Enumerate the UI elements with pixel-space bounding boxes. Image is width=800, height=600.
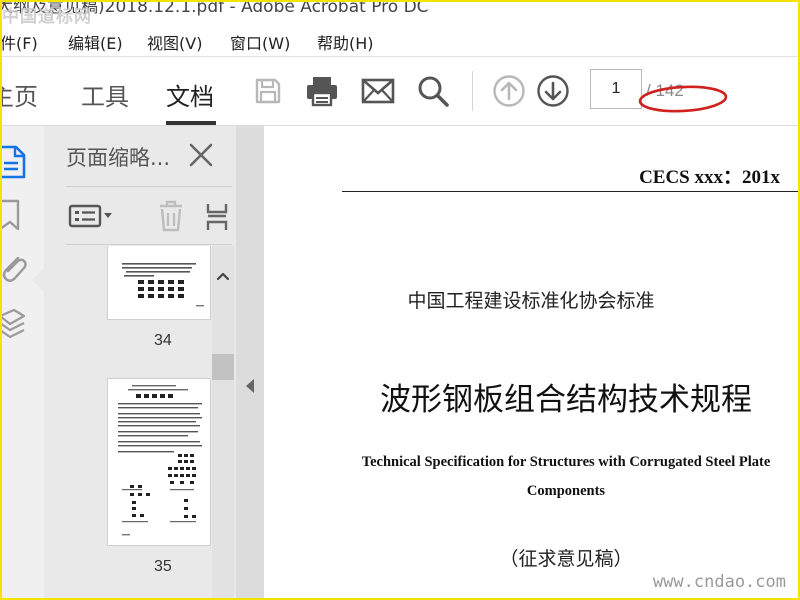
english-title-line-2: Components (526, 483, 606, 499)
thumbnail-scrollbar[interactable] (212, 246, 234, 598)
thumbnail-page-number: 34 (154, 332, 172, 349)
email-button[interactable] (358, 71, 398, 111)
active-tab-indicator (166, 121, 216, 125)
document-title: 波形钢板组合结构技术规程 (380, 382, 752, 418)
print-icon (307, 77, 337, 107)
rail-layers[interactable] (2, 306, 42, 342)
annotation-ellipse (638, 85, 728, 113)
panel-close-button[interactable] (186, 140, 216, 170)
page-thumbnail[interactable] (107, 246, 211, 320)
email-icon (361, 78, 395, 104)
menu-window[interactable]: 窗口(W) (230, 30, 290, 54)
save-icon (255, 78, 281, 104)
menu-bar: 件(F) 编辑(E) 视图(V) 窗口(W) 帮助(H) (2, 24, 798, 57)
next-page-icon (537, 75, 569, 107)
paperclip-icon (2, 256, 27, 282)
panel-collapse-handle[interactable] (236, 126, 264, 598)
app-window: 大纲及意见稿)2018.12.1.pdf - Adobe Acrobat Pro… (0, 0, 800, 600)
collapse-arrow-icon (246, 379, 254, 393)
previous-page-button[interactable] (489, 71, 529, 111)
next-page-button[interactable] (533, 71, 573, 111)
previous-page-icon (493, 75, 525, 107)
delete-page-button[interactable] (154, 198, 188, 234)
chevron-up-icon (216, 272, 230, 281)
print-button[interactable] (302, 71, 342, 111)
page-thumbnails-panel: 页面缩略... 34 35 (44, 126, 236, 598)
toolbar-separator (472, 71, 473, 111)
menu-help[interactable]: 帮助(H) (317, 30, 374, 54)
scroll-up-button[interactable] (214, 268, 232, 284)
panel-title: 页面缩略... (66, 146, 171, 170)
thumbnail-page-preview (118, 385, 202, 536)
trash-icon (160, 200, 182, 232)
scrollbar-thumb[interactable] (212, 354, 234, 380)
watermark-bottom: www.cndao.com (652, 572, 786, 592)
thumbnail-page-preview (122, 263, 204, 307)
tab-document[interactable]: 文档 (166, 77, 214, 112)
panel-divider (66, 244, 232, 245)
layers-icon (2, 308, 26, 339)
save-button[interactable] (248, 71, 288, 111)
document-viewer: CECS xxx：201x 中国工程建设标准化协会标准 波形钢板组合结构技术规程… (264, 126, 798, 598)
rail-bookmarks[interactable] (2, 198, 42, 232)
toolbar: 主页 工具 文档 (2, 57, 798, 126)
watermark-top: 中国道标网 (2, 7, 92, 27)
panel-toolbar (66, 198, 236, 234)
search-button[interactable] (413, 71, 453, 111)
thumbnail-page-number: 35 (154, 558, 172, 575)
draft-note: （征求意见稿） (499, 548, 633, 570)
thumbnail-options-button[interactable] (66, 200, 116, 232)
title-bar: 大纲及意见稿)2018.12.1.pdf - Adobe Acrobat Pro… (2, 2, 798, 24)
issuing-organization: 中国工程建设标准化协会标准 (407, 290, 655, 312)
tab-tools[interactable]: 工具 (81, 77, 129, 112)
thumbnail-list: 34 35 (44, 246, 236, 598)
search-icon (418, 76, 449, 107)
panel-divider (66, 186, 232, 187)
tab-home[interactable]: 主页 (2, 77, 38, 112)
header-rule (342, 191, 798, 192)
standard-number: CECS xxx：201x (639, 167, 780, 188)
page-number-input[interactable]: 1 (590, 69, 642, 109)
page-thumbnails-icon (2, 145, 26, 179)
english-title-line-1: Technical Specification for Structures w… (361, 454, 771, 470)
rail-active-pointer (32, 268, 44, 292)
menu-view[interactable]: 视图(V) (147, 30, 202, 54)
close-icon (189, 143, 213, 167)
insert-page-icon (206, 204, 228, 230)
insert-page-button[interactable] (206, 200, 236, 234)
navigation-rail (2, 126, 45, 598)
rail-page-thumbnails[interactable] (2, 144, 42, 180)
page-thumbnail[interactable] (107, 378, 211, 546)
menu-file[interactable]: 件(F) (2, 30, 38, 54)
bookmark-icon (2, 199, 20, 231)
options-menu-icon (68, 204, 112, 228)
menu-edit[interactable]: 编辑(E) (68, 30, 123, 54)
